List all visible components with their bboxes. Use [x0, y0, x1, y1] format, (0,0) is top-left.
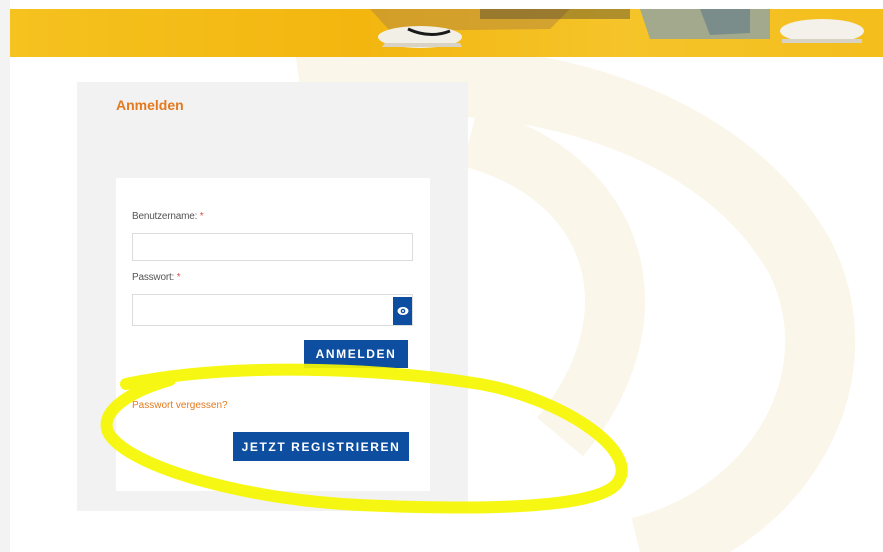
banner-photo [370, 9, 864, 48]
password-label: Passwort: * [132, 272, 181, 283]
password-visibility-toggle[interactable] [393, 297, 412, 325]
username-input[interactable] [132, 233, 413, 261]
forgot-password-link[interactable]: Passwort vergessen? [132, 400, 228, 411]
login-title: Anmelden [116, 97, 184, 113]
username-label: Benutzername: * [132, 211, 204, 222]
username-required-marker: * [199, 211, 204, 222]
password-input[interactable] [132, 294, 413, 326]
eye-icon [397, 307, 408, 315]
sneaker-left-icon [378, 26, 462, 48]
password-required-marker: * [176, 272, 181, 283]
header-banner [10, 9, 883, 57]
login-submit-button[interactable]: ANMELDEN [304, 340, 408, 368]
password-label-text: Passwort: [132, 272, 177, 283]
sneaker-right-icon [780, 19, 864, 43]
register-button[interactable]: JETZT REGISTRIEREN [233, 432, 409, 461]
username-label-text: Benutzername: [132, 211, 200, 222]
